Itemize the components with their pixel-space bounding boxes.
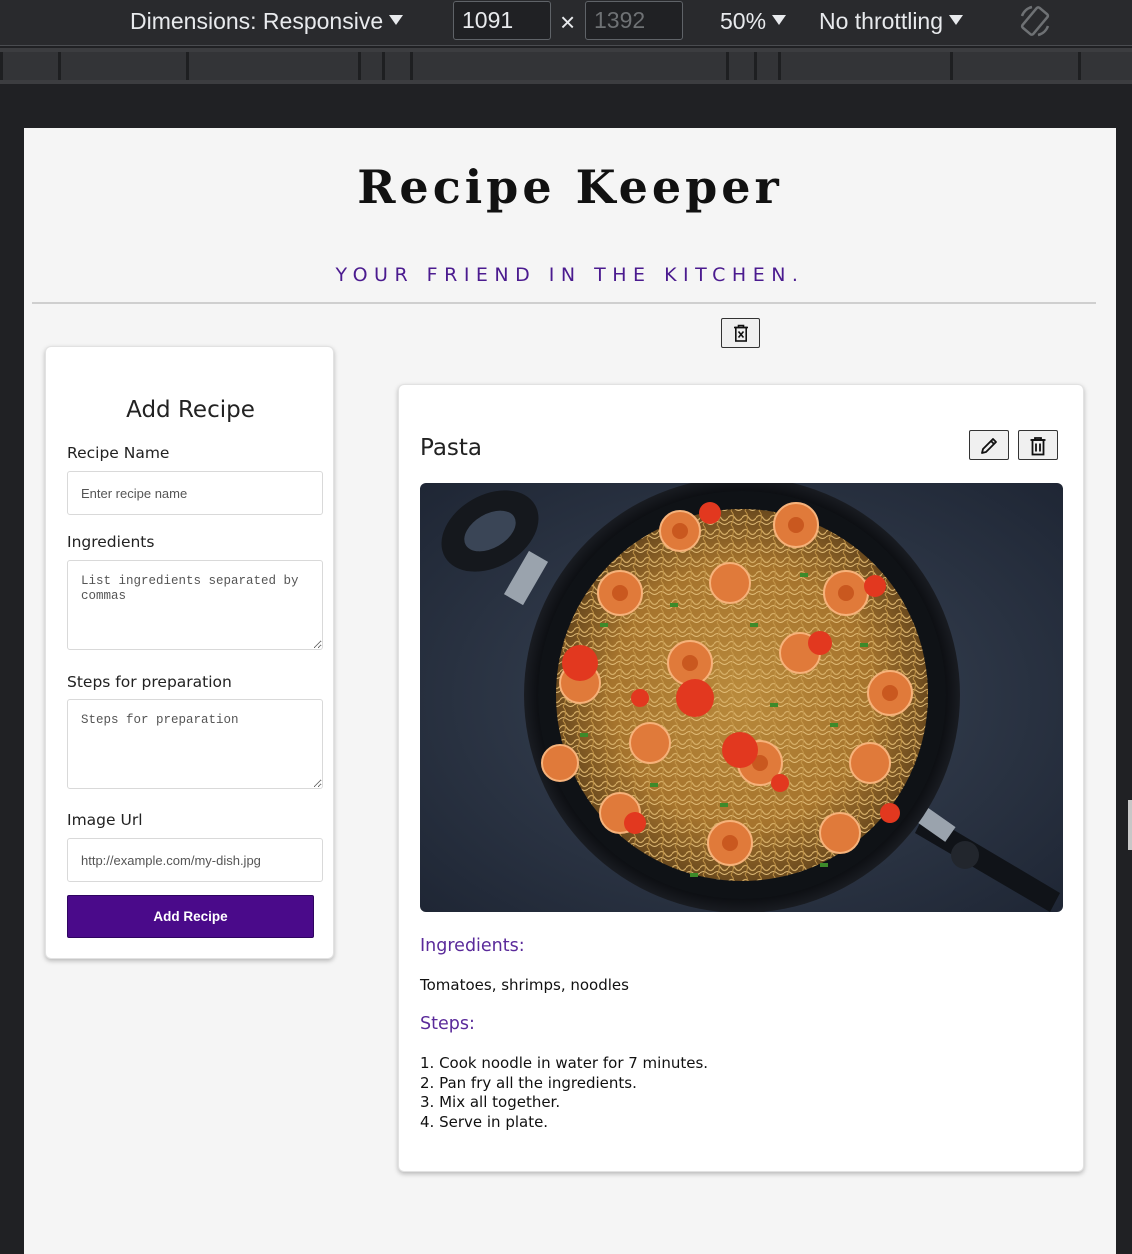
add-recipe-card: Add Recipe Recipe Name Ingredients Steps… [45,346,334,959]
media-query-segment[interactable] [754,52,778,80]
steps-label: Steps for preparation [67,673,232,691]
width-input[interactable]: 1091 [453,1,551,40]
page-title: Recipe Keeper [357,160,783,214]
scrollbar[interactable] [1128,800,1132,850]
media-query-segment[interactable] [410,52,726,80]
rotate-icon[interactable] [1016,2,1054,40]
step-item: 3. Mix all together. [420,1093,561,1111]
media-query-segment[interactable] [382,52,410,80]
caret-down-icon [772,15,787,25]
media-query-segment[interactable] [0,52,58,80]
ingredients-label: Ingredients [67,533,155,551]
media-query-segment[interactable] [778,52,950,80]
throttling-label: No throttling [819,8,944,34]
step-item: 1. Cook noodle in water for 7 minutes. [420,1054,709,1072]
trash-x-icon [733,324,748,342]
edit-button[interactable] [969,430,1009,460]
steps-textarea[interactable] [67,699,323,789]
add-recipe-button[interactable]: Add Recipe [67,895,314,938]
media-query-segment[interactable] [358,52,382,80]
image-url-label: Image Url [67,811,143,829]
ingredients-heading: Ingredients: [420,936,525,956]
recipe-name-label: Recipe Name [67,444,170,462]
media-query-segment[interactable] [58,52,186,80]
media-query-segment[interactable] [726,52,754,80]
page-viewport: Recipe Keeper YOUR FRIEND IN THE KITCHEN… [24,128,1116,1254]
trash-icon [1030,437,1046,456]
clear-all-button[interactable] [721,318,760,348]
page-subtitle: YOUR FRIEND IN THE KITCHEN. [335,264,805,286]
recipe-name: Pasta [420,435,483,461]
media-query-segment[interactable] [1078,52,1132,80]
delete-button[interactable] [1018,430,1058,460]
pasta-photo [420,483,1063,912]
pencil-icon [981,438,997,454]
add-recipe-title: Add Recipe [126,397,255,423]
image-url-input[interactable] [67,838,323,882]
height-input[interactable]: 1392 [585,1,683,40]
recipe-image [420,483,1063,912]
caret-down-icon [949,15,964,25]
throttling-dropdown[interactable]: No throttling [819,6,964,36]
times-icon: × [560,7,576,37]
dimensions-label: Dimensions: Responsive [130,8,384,34]
step-item: 2. Pan fry all the ingredients. [420,1073,637,1092]
ingredients-textarea[interactable] [67,560,323,650]
header-divider [32,302,1096,304]
step-item: 4. Serve in plate. [420,1112,549,1131]
ingredients-text: Tomatoes, shrimps, noodles [420,976,629,994]
steps-heading: Steps: [420,1014,475,1034]
recipe-name-input[interactable] [67,471,323,515]
devtools-device-toolbar: Dimensions: Responsive 1091 × 1392 50% N… [0,0,1132,46]
media-query-segment[interactable] [950,52,1078,80]
recipe-card: Pasta Ingredients: Tomatoes, shrimps, no… [398,384,1084,1172]
dimensions-dropdown[interactable]: Dimensions: Responsive [130,6,404,36]
zoom-label: 50% [720,8,767,34]
media-query-bar [0,48,1132,84]
caret-down-icon [389,15,404,25]
zoom-dropdown[interactable]: 50% [720,6,787,36]
media-query-segment[interactable] [186,52,358,80]
steps-list: 1. Cook noodle in water for 7 minutes. 2… [420,1054,708,1132]
